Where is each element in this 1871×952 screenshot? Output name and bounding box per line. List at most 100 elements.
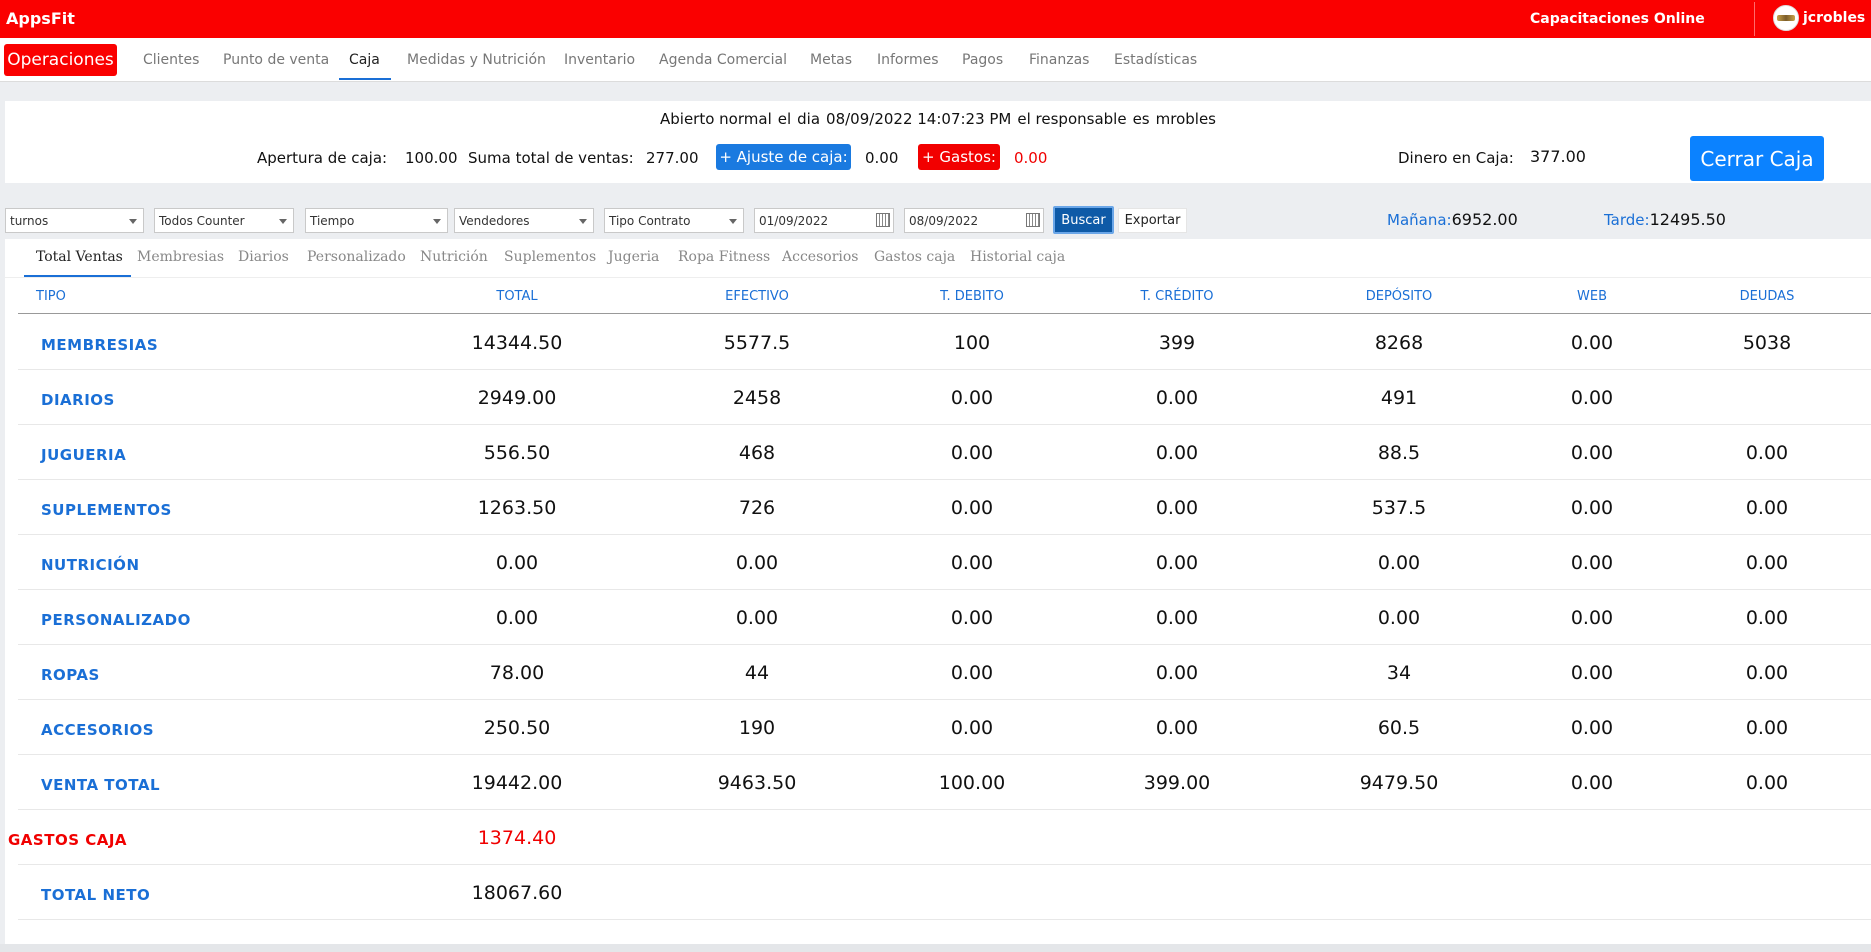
table-cell: 0.00 — [1155, 607, 1199, 629]
divider — [18, 313, 1871, 314]
table-cell: 88.5 — [1377, 442, 1421, 464]
tiempo-select[interactable]: Tiempo — [305, 208, 448, 233]
row-type-label[interactable]: VENTA TOTAL — [41, 776, 160, 794]
subtab-historial-caja[interactable]: Historial caja — [970, 249, 1065, 265]
row-type-label[interactable]: DIARIOS — [41, 391, 115, 409]
suma-ventas-label: Suma total de ventas: — [468, 149, 634, 167]
table-row: MEMBRESIAS 14344.50 5577.5 100 399 8268 0.00 50… — [18, 315, 1871, 370]
gastos-value: 0.00 — [1014, 149, 1048, 167]
chevron-down-icon — [433, 219, 441, 224]
row-type-label[interactable]: MEMBRESIAS — [41, 336, 158, 354]
table-cell: 5577.5 — [723, 332, 791, 354]
table-cell: 14344.50 — [471, 332, 563, 354]
tab-inventario[interactable]: Inventario — [564, 52, 635, 68]
table-cell: 0.00 — [950, 442, 994, 464]
row-type-label[interactable]: PERSONALIZADO — [41, 611, 191, 629]
table-cell: 0.00 — [1570, 387, 1614, 409]
sales-panel: Total Ventas Membresias Diarios Personal… — [5, 239, 1871, 944]
calendar-icon[interactable] — [876, 213, 890, 227]
tab-medidas-nutricion[interactable]: Medidas y Nutrición — [407, 52, 546, 68]
table-cell: 399 — [1158, 332, 1196, 354]
tab-estadisticas[interactable]: Estadísticas — [1114, 52, 1197, 68]
tab-agenda-comercial[interactable]: Agenda Comercial — [659, 52, 787, 68]
table-cell: 0.00 — [1570, 717, 1614, 739]
table-cell: 1263.50 — [477, 497, 557, 519]
apertura-value: 100.00 — [405, 149, 458, 167]
tab-finanzas[interactable]: Finanzas — [1029, 52, 1089, 68]
row-type-label[interactable]: ACCESORIOS — [41, 721, 154, 739]
table-cell: 0.00 — [1570, 607, 1614, 629]
table-row: NUTRICIÓN 0.00 0.00 0.00 0.00 0.00 0.00 0.00 — [18, 535, 1871, 590]
gastos-button[interactable]: + Gastos: — [918, 144, 1000, 170]
row-type-label[interactable]: JUGUERIA — [41, 446, 126, 464]
table-cell: 0.00 — [1570, 662, 1614, 684]
table-row: JUGUERIA 556.50 468 0.00 0.00 88.5 0.00 0.00 — [18, 425, 1871, 480]
row-type-label[interactable]: SUPLEMENTOS — [41, 501, 172, 519]
subtab-total-ventas[interactable]: Total Ventas — [36, 249, 123, 265]
table-cell: 5038 — [1742, 332, 1792, 354]
ajuste-caja-button[interactable]: + Ajuste de caja: — [716, 144, 851, 170]
tab-caja[interactable]: Caja — [349, 52, 380, 68]
tipo-contrato-select[interactable]: Tipo Contrato — [604, 208, 744, 233]
exportar-button[interactable]: Exportar — [1118, 208, 1187, 233]
table-cell: 491 — [1380, 387, 1418, 409]
active-tab-indicator — [339, 78, 391, 80]
table-cell: 0.00 — [735, 607, 779, 629]
table-cell: 190 — [738, 717, 776, 739]
online-training-link[interactable]: Capacitaciones Online — [1530, 11, 1705, 27]
tab-clientes[interactable]: Clientes — [143, 52, 199, 68]
subtab-diarios[interactable]: Diarios — [238, 249, 289, 265]
calendar-icon[interactable] — [1026, 213, 1040, 227]
subtab-nutricion[interactable]: Nutrición — [420, 249, 488, 265]
fecha-hasta-input[interactable]: 08/09/2022 — [904, 208, 1044, 233]
table-row: DIARIOS 2949.00 2458 0.00 0.00 491 0.00 — [18, 370, 1871, 425]
table-cell: 0.00 — [495, 607, 539, 629]
divider — [5, 277, 1871, 278]
table-cell: 0.00 — [950, 717, 994, 739]
cash-summary-card: Abierto normal el dia 08/09/2022 14:07:23 P… — [5, 101, 1871, 183]
table-cell: 0.00 — [950, 387, 994, 409]
table-cell: 0.00 — [1155, 662, 1199, 684]
tab-metas[interactable]: Metas — [810, 52, 852, 68]
vendedores-select[interactable]: Vendedores — [454, 208, 594, 233]
app-brand[interactable]: AppsFit — [6, 9, 75, 28]
tab-punto-de-venta[interactable]: Punto de venta — [223, 52, 329, 68]
subtab-gastos-caja[interactable]: Gastos caja — [874, 249, 955, 265]
subtab-jugeria[interactable]: Jugeria — [608, 249, 659, 265]
table-cell: 0.00 — [735, 552, 779, 574]
buscar-button[interactable]: Buscar — [1053, 206, 1114, 234]
dinero-caja-label: Dinero en Caja: — [1398, 149, 1514, 167]
subtab-accesorios[interactable]: Accesorios — [782, 249, 858, 265]
counter-select[interactable]: Todos Counter — [154, 208, 294, 233]
table-cell: 44 — [744, 662, 770, 684]
table-cell: 0.00 — [950, 552, 994, 574]
row-type-label[interactable]: ROPAS — [41, 666, 100, 684]
user-menu[interactable]: jcrobles — [1773, 5, 1871, 31]
row-type-label[interactable]: NUTRICIÓN — [41, 556, 140, 574]
chevron-down-icon — [729, 219, 737, 224]
table-cell: 0.00 — [1155, 497, 1199, 519]
turnos-select[interactable]: turnos — [5, 208, 144, 233]
subtab-suplementos[interactable]: Suplementos — [504, 249, 596, 265]
table-cell: 0.00 — [1745, 662, 1789, 684]
table-cell: 0.00 — [1570, 497, 1614, 519]
suma-ventas-value: 277.00 — [646, 149, 699, 167]
subtab-membresias[interactable]: Membresias — [137, 249, 224, 265]
subtab-personalizado[interactable]: Personalizado — [307, 249, 406, 265]
table-cell: 0.00 — [950, 497, 994, 519]
module-button[interactable]: Operaciones — [4, 44, 117, 76]
header-tipo: TIPO — [36, 289, 66, 304]
table-cell: 0.00 — [1745, 607, 1789, 629]
dinero-caja-value: 377.00 — [1530, 147, 1586, 166]
tab-pagos[interactable]: Pagos — [962, 52, 1003, 68]
tab-informes[interactable]: Informes — [877, 52, 939, 68]
fecha-desde-input[interactable]: 01/09/2022 — [754, 208, 894, 233]
cerrar-caja-button[interactable]: Cerrar Caja — [1690, 136, 1824, 181]
table-cell: 0.00 — [1745, 772, 1789, 794]
apertura-label: Apertura de caja: — [257, 149, 388, 167]
table-cell: 2458 — [732, 387, 782, 409]
table-cell: 726 — [738, 497, 776, 519]
subtab-ropa-fitness[interactable]: Ropa Fitness — [678, 249, 770, 265]
table-row: SUPLEMENTOS 1263.50 726 0.00 0.00 537.5 0.00 0.… — [18, 480, 1871, 535]
table-cell: 0.00 — [1570, 332, 1614, 354]
